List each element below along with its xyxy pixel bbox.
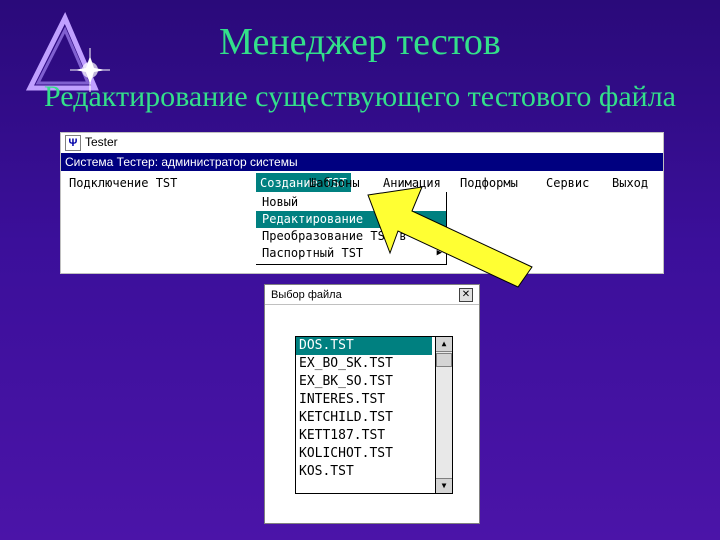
scroll-thumb[interactable] — [436, 353, 452, 367]
slide-title: Менеджер тестов — [219, 21, 501, 63]
window-titlebar: Ψ Tester — [61, 133, 663, 151]
vertical-scrollbar[interactable]: ▲ ▼ — [435, 337, 452, 493]
yellow-pointer-arrow-icon — [367, 186, 533, 288]
scroll-up-icon[interactable]: ▲ — [436, 337, 452, 352]
menu-exit[interactable]: Выход — [608, 173, 652, 193]
slide-subtitle: Редактирование существующего тестового ф… — [44, 80, 676, 113]
list-item[interactable]: KOLICHOT.TST — [296, 445, 432, 463]
scroll-down-icon[interactable]: ▼ — [436, 478, 452, 493]
menu-connect-tst[interactable]: Подключение TST — [65, 173, 181, 193]
dialog-title: Выбор файла — [265, 285, 479, 305]
list-item[interactable]: KETT187.TST — [296, 427, 432, 445]
list-item[interactable]: EX_BK_SO.TST — [296, 373, 432, 391]
dropdown-item-label: Паспортный TST — [262, 246, 364, 260]
window-title: Tester — [85, 135, 118, 149]
system-status-bar: Система Тестер: администратор системы — [61, 153, 663, 171]
list-item[interactable]: EX_BO_SK.TST — [296, 355, 432, 373]
list-item[interactable]: KOS.TST — [296, 463, 432, 481]
list-item[interactable]: KETCHILD.TST — [296, 409, 432, 427]
close-icon[interactable]: ✕ — [459, 288, 473, 302]
list-item[interactable]: INTERES.TST — [296, 391, 432, 409]
file-select-dialog: Выбор файла ✕ DOS.TST EX_BO_SK.TST EX_BK… — [264, 284, 480, 524]
file-listbox[interactable]: DOS.TST EX_BO_SK.TST EX_BK_SO.TST INTERE… — [295, 336, 453, 494]
menu-service[interactable]: Сервис — [542, 173, 593, 193]
app-icon[interactable]: Ψ — [65, 135, 81, 151]
menu-templates[interactable]: Шаблоны — [305, 173, 364, 193]
list-item[interactable]: DOS.TST — [296, 337, 432, 355]
